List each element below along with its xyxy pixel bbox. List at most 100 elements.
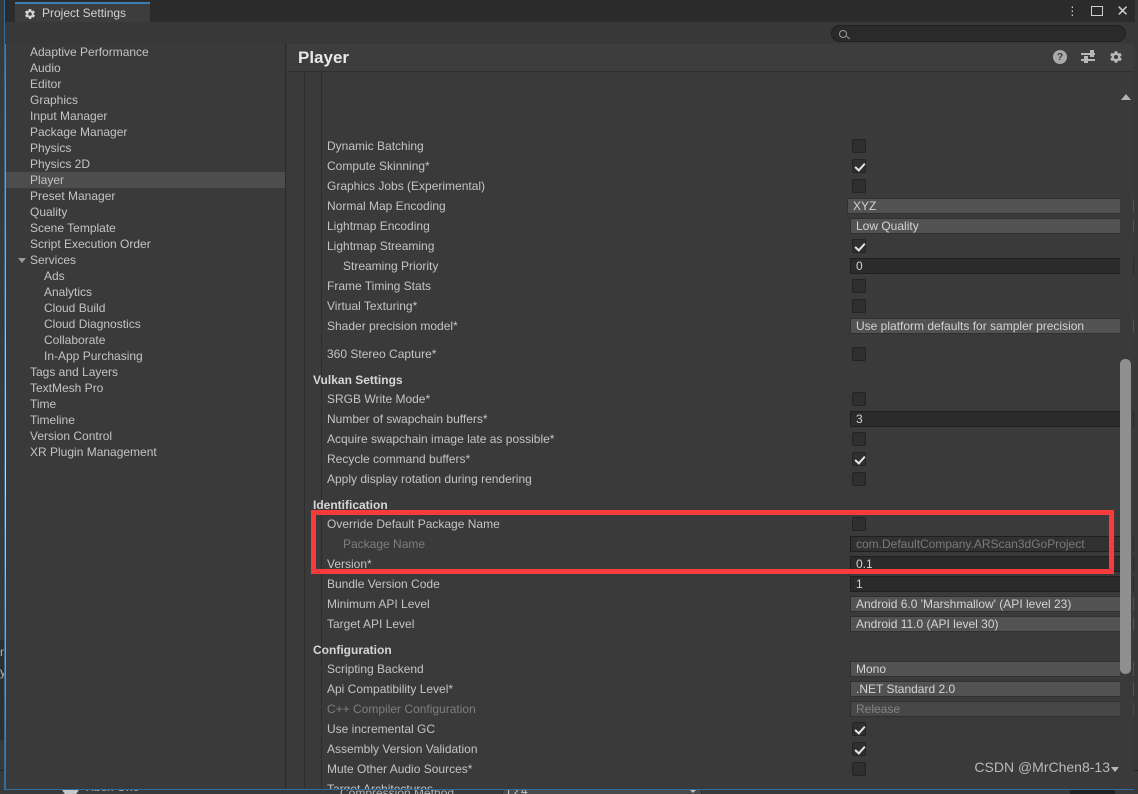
checkbox-frame-timing-stats[interactable] [852, 279, 866, 293]
checkbox-srgb-write-mode[interactable] [852, 392, 866, 406]
sidebar-item-time[interactable]: Time [6, 396, 285, 412]
setting-row-dynamic-batching: Dynamic Batching [287, 136, 1134, 156]
input-streaming-priority[interactable]: 0 [850, 258, 1134, 274]
dropdown-value: Low Quality [856, 219, 919, 233]
setting-label: Lightmap Streaming [327, 239, 435, 253]
dropdown-normal-map-encoding[interactable]: XYZ [847, 198, 1134, 214]
setting-row-target-api-level: Target API Level Android 11.0 (API level … [287, 614, 1134, 634]
sidebar-item-version-control[interactable]: Version Control [6, 428, 285, 444]
window-maximize-icon[interactable] [1091, 6, 1104, 16]
setting-label: C++ Compiler Configuration [327, 702, 476, 716]
sidebar-item-audio[interactable]: Audio [6, 60, 285, 76]
sidebar-item-input-manager[interactable]: Input Manager [6, 108, 285, 124]
setting-row-apply-display-rotation-during-rendering: Apply display rotation during rendering [287, 469, 1134, 489]
tab-project-settings[interactable]: Project Settings [15, 2, 150, 22]
checkbox-graphics-jobs-experimental[interactable] [852, 179, 866, 193]
setting-label: Bundle Version Code [327, 577, 440, 591]
sidebar-item-tags-and-layers[interactable]: Tags and Layers [6, 364, 285, 380]
input-value: com.DefaultCompany.ARScan3dGoProject [856, 537, 1085, 551]
sidebar-item-adaptive-performance[interactable]: Adaptive Performance [6, 44, 285, 60]
sidebar-item-label: Input Manager [30, 109, 108, 123]
sidebar-item-graphics[interactable]: Graphics [6, 92, 285, 108]
search-icon [839, 29, 847, 38]
setting-label: Normal Map Encoding [327, 199, 446, 213]
sidebar-item-package-manager[interactable]: Package Manager [6, 124, 285, 140]
section-title: Configuration [313, 643, 392, 657]
sidebar-item-physics-2d[interactable]: Physics 2D [6, 156, 285, 172]
input-version[interactable]: 0.1 [850, 556, 1134, 572]
sidebar-item-quality[interactable]: Quality [6, 204, 285, 220]
sidebar-item-label: Version Control [30, 429, 113, 443]
sidebar-item-scene-template[interactable]: Scene Template [6, 220, 285, 236]
dropdown-target-api-level[interactable]: Android 11.0 (API level 30) [850, 616, 1134, 632]
checkbox-use-incremental-gc[interactable] [852, 722, 866, 736]
close-icon[interactable]: ✕ [1116, 4, 1129, 19]
help-icon[interactable]: ? [1053, 50, 1067, 64]
scroll-up-icon[interactable] [1121, 94, 1131, 100]
setting-label: Package Name [343, 537, 426, 551]
sidebar-item-editor[interactable]: Editor [6, 76, 285, 92]
sidebar-item-preset-manager[interactable]: Preset Manager [6, 188, 285, 204]
sidebar-item-services[interactable]: Services [6, 252, 285, 268]
checkbox-assembly-version-validation[interactable] [852, 742, 866, 756]
dropdown-minimum-api-level[interactable]: Android 6.0 'Marshmallow' (API level 23) [850, 596, 1134, 612]
window-toolbar [5, 22, 1135, 44]
checkbox-compute-skinning[interactable] [852, 159, 866, 173]
sidebar-item-label: Timeline [30, 413, 75, 427]
input-number-of-swapchain-buffers[interactable]: 3 [850, 411, 1134, 427]
dropdown-shader-precision-model[interactable]: Use platform defaults for sampler precis… [850, 318, 1134, 334]
settings-content-pane: Player ? Dynamic Batching Compute Skinnin… [287, 44, 1134, 789]
checkbox-recycle-command-buffers[interactable] [852, 452, 866, 466]
vertical-scrollbar[interactable] [1120, 94, 1133, 789]
input-bundle-version-code[interactable]: 1 [850, 576, 1134, 592]
sidebar-item-in-app-purchasing[interactable]: In-App Purchasing [6, 348, 285, 364]
window-menu-icon[interactable]: ⋮ [1066, 5, 1078, 17]
sidebar-item-label: Cloud Build [44, 301, 106, 315]
checkbox-mute-other-audio-sources[interactable] [852, 762, 866, 776]
sidebar-item-textmesh-pro[interactable]: TextMesh Pro [6, 380, 285, 396]
sidebar-item-ads[interactable]: Ads [6, 268, 285, 284]
setting-label: Apply display rotation during rendering [327, 472, 532, 486]
setting-label: Assembly Version Validation [327, 742, 478, 756]
window-titlebar: Project Settings ⋮ ✕ [5, 0, 1135, 22]
checkbox-override-default-package-name[interactable] [852, 517, 866, 531]
checkbox-virtual-texturing[interactable] [852, 299, 866, 313]
sidebar-item-physics[interactable]: Physics [6, 140, 285, 156]
setting-row-shader-precision-model: Shader precision model* Use platform defa… [287, 316, 1134, 336]
sidebar-item-script-execution-order[interactable]: Script Execution Order [6, 236, 285, 252]
sidebar-item-cloud-build[interactable]: Cloud Build [6, 300, 285, 316]
settings-sidebar[interactable]: Adaptive Performance Audio Editor Graphics I… [6, 44, 286, 789]
checkbox-lightmap-streaming[interactable] [852, 239, 866, 253]
gear-icon[interactable] [1109, 50, 1123, 64]
setting-label: Streaming Priority [343, 259, 439, 273]
checkbox-acquire-swapchain-image-late-as-possible[interactable] [852, 432, 866, 446]
chevron-down-icon[interactable] [18, 257, 26, 263]
sidebar-item-analytics[interactable]: Analytics [6, 284, 285, 300]
input-package-name[interactable]: com.DefaultCompany.ARScan3dGoProject [850, 536, 1134, 552]
dropdown-value: Mono [856, 662, 887, 676]
setting-label: Mute Other Audio Sources* [327, 762, 473, 776]
checkbox-360-stereo-capture[interactable] [852, 347, 866, 361]
page-header: Player ? [287, 44, 1134, 72]
setting-row-recycle-command-buffers: Recycle command buffers* [287, 449, 1134, 469]
preset-icon[interactable] [1081, 50, 1095, 64]
setting-row-number-of-swapchain-buffers: Number of swapchain buffers* 3 [287, 409, 1134, 429]
sidebar-item-player[interactable]: Player [6, 172, 285, 188]
sidebar-item-timeline[interactable]: Timeline [6, 412, 285, 428]
dropdown-scripting-backend[interactable]: Mono [850, 661, 1134, 677]
dropdown-api-compatibility-level[interactable]: .NET Standard 2.0 [850, 681, 1134, 697]
sidebar-item-cloud-diagnostics[interactable]: Cloud Diagnostics [6, 316, 285, 332]
search-box[interactable] [831, 25, 1126, 42]
input-value: 3 [856, 412, 863, 426]
checkbox-apply-display-rotation-during-rendering[interactable] [852, 472, 866, 486]
sidebar-item-collaborate[interactable]: Collaborate [6, 332, 285, 348]
search-input[interactable] [847, 27, 1107, 40]
setting-label: Api Compatibility Level* [327, 682, 454, 696]
sidebar-item-label: Collaborate [44, 333, 106, 347]
scrollbar-thumb[interactable] [1120, 359, 1131, 674]
sidebar-item-xr-plugin-management[interactable]: XR Plugin Management [6, 444, 285, 460]
dropdown-c-compiler-configuration[interactable]: Release [850, 701, 1134, 717]
checkbox-dynamic-batching[interactable] [852, 139, 866, 153]
setting-label: Compute Skinning* [327, 159, 430, 173]
dropdown-lightmap-encoding[interactable]: Low Quality [850, 218, 1134, 234]
